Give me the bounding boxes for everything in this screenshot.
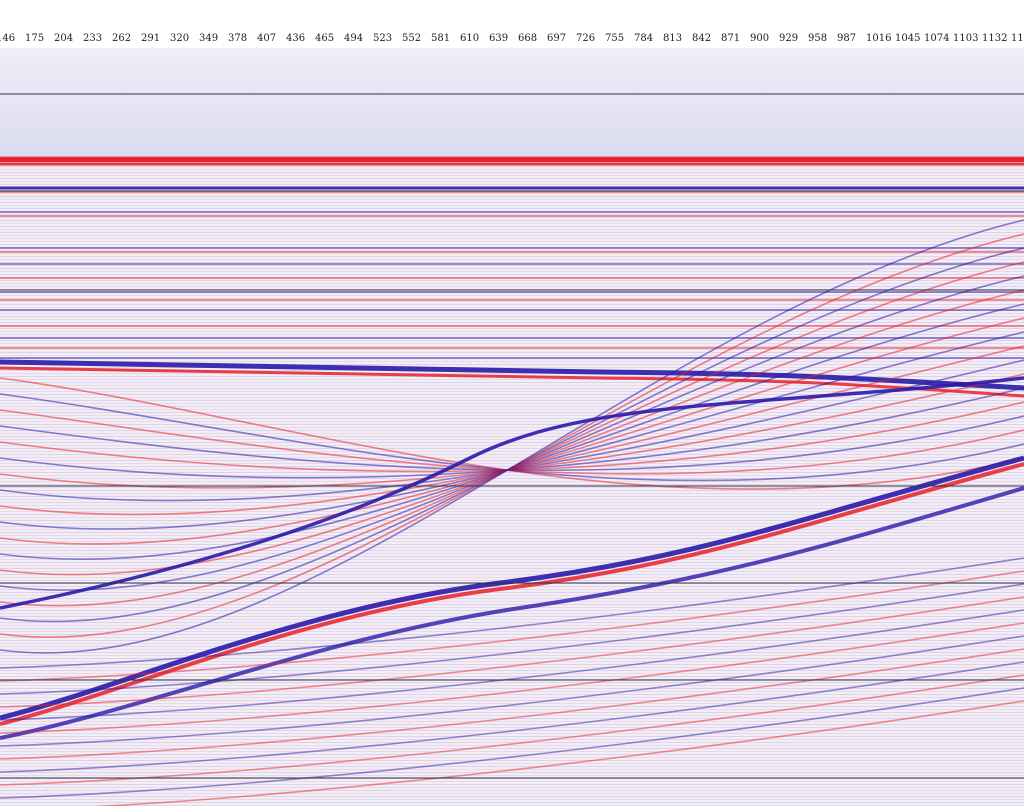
seismic-section-image <box>0 48 1024 806</box>
trace-number-label: 436 <box>286 33 306 44</box>
water-column <box>0 48 1024 156</box>
trace-number-label: 1074 <box>924 33 950 44</box>
trace-number-label: 726 <box>576 33 596 44</box>
trace-number-label: 175 <box>25 33 45 44</box>
trace-number-label: 494 <box>344 33 364 44</box>
trace-number-label: 784 <box>634 33 654 44</box>
trace-number-label: 581 <box>431 33 451 44</box>
trace-number-label: 233 <box>83 33 103 44</box>
trace-number-axis: 146 175 204 233 262 291 320 349 378 407 436 465 494 5… <box>0 0 1024 48</box>
trace-number-label: 320 <box>170 33 190 44</box>
trace-number-label: 1016 <box>866 33 892 44</box>
subsurface-background <box>0 156 1024 806</box>
trace-number-label: 1161 <box>1011 33 1024 44</box>
trace-number-label: 958 <box>808 33 828 44</box>
trace-number-label: 813 <box>663 33 683 44</box>
trace-number-label: 639 <box>489 33 509 44</box>
trace-number-label: 204 <box>54 33 74 44</box>
trace-number-label: 929 <box>779 33 799 44</box>
trace-number-label: 291 <box>141 33 161 44</box>
trace-number-label: 610 <box>460 33 480 44</box>
trace-number-label: 378 <box>228 33 248 44</box>
trace-number-label: 871 <box>721 33 741 44</box>
trace-number-label: 668 <box>518 33 538 44</box>
trace-number-label: 523 <box>373 33 393 44</box>
trace-number-label: 1045 <box>895 33 921 44</box>
trace-number-label: 552 <box>402 33 422 44</box>
trace-number-label: 407 <box>257 33 277 44</box>
trace-number-label: 262 <box>112 33 132 44</box>
trace-number-label: 900 <box>750 33 770 44</box>
trace-number-label: 465 <box>315 33 335 44</box>
trace-number-label: 146 <box>0 33 16 44</box>
trace-number-label: 1132 <box>982 33 1008 44</box>
trace-number-label: 1103 <box>953 33 979 44</box>
trace-number-label: 755 <box>605 33 625 44</box>
trace-number-label: 697 <box>547 33 567 44</box>
trace-number-label: 349 <box>199 33 219 44</box>
trace-number-label: 842 <box>692 33 712 44</box>
trace-number-label: 987 <box>837 33 857 44</box>
